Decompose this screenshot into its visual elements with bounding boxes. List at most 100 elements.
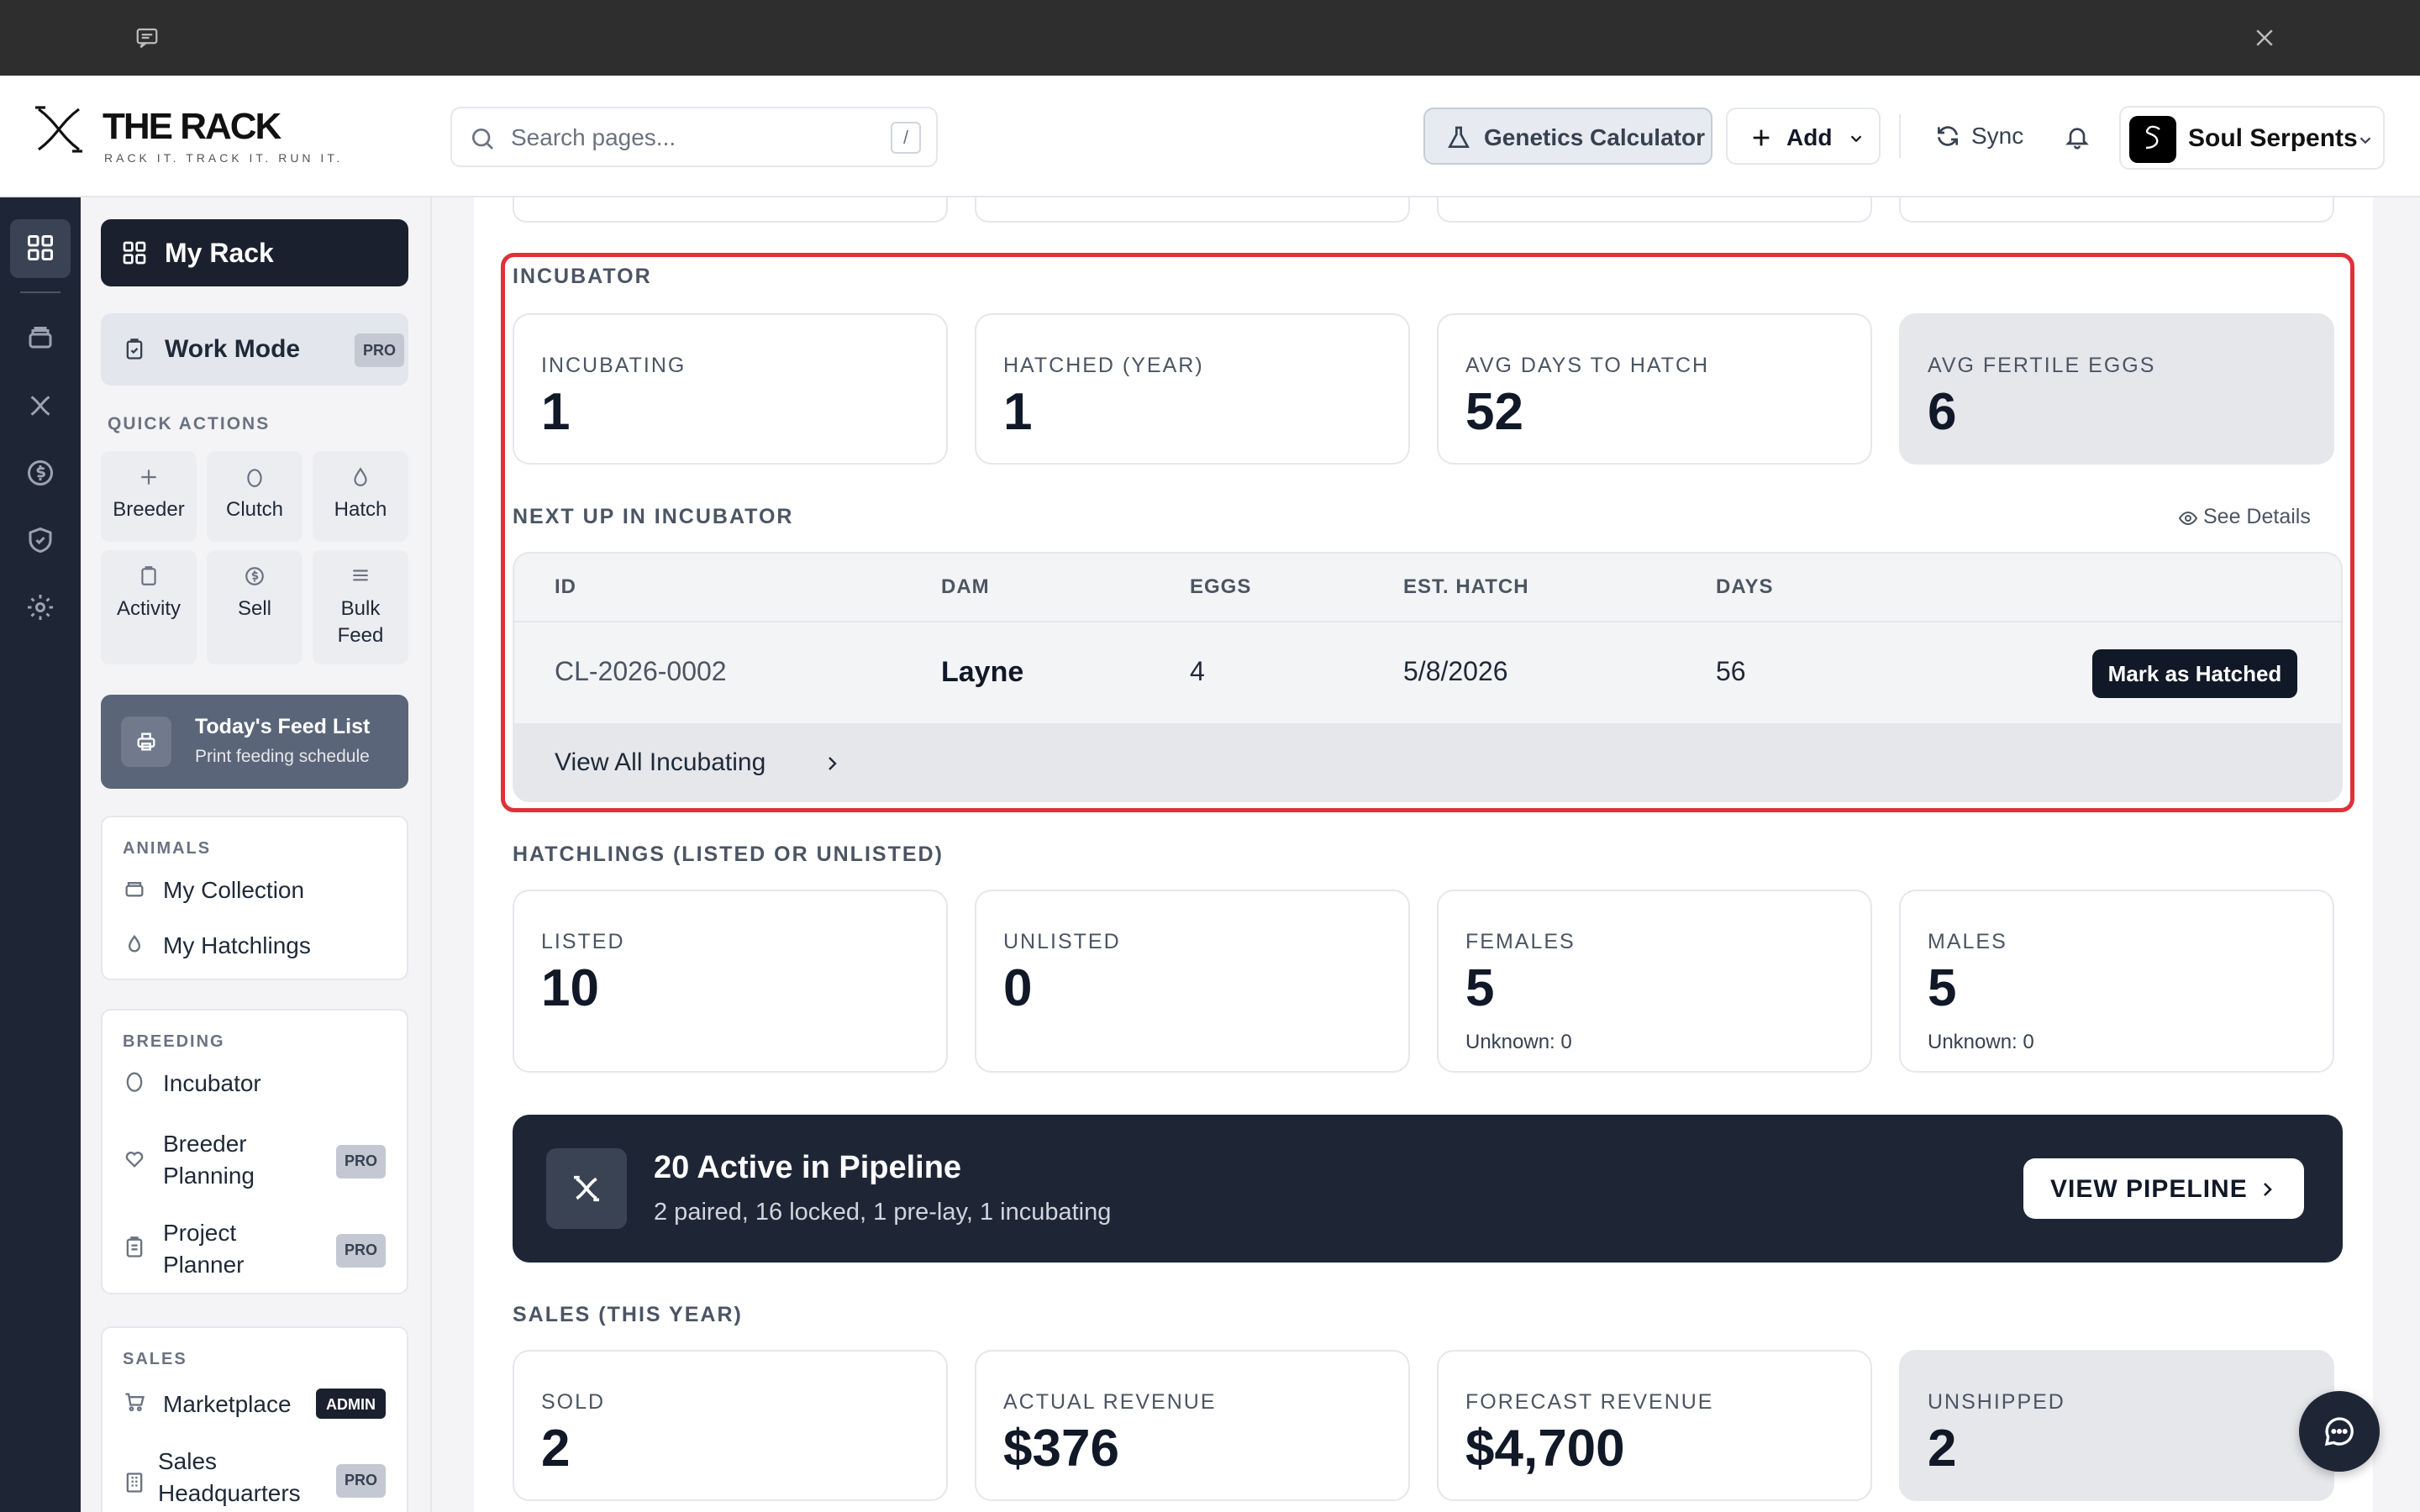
feed-list-subtitle: Print feeding schedule <box>195 747 370 766</box>
bell-icon[interactable] <box>2064 123 2091 151</box>
stat-card-partial <box>1437 197 1872 223</box>
pipeline-icon[interactable] <box>25 391 55 421</box>
see-details-link[interactable]: See Details <box>2178 505 2311 529</box>
stat-card-partial <box>513 197 948 223</box>
my-rack-label: My Rack <box>165 238 274 268</box>
chevron-down-icon <box>1850 135 1862 143</box>
heart-icon <box>125 1152 144 1168</box>
quick-action-bulk-feed[interactable]: Bulk Feed <box>313 550 408 664</box>
close-icon[interactable] <box>2252 25 2277 50</box>
quick-action-activity[interactable]: Activity <box>101 550 197 664</box>
stat-value: 1 <box>541 383 571 441</box>
quick-action-hatch[interactable]: Hatch <box>313 451 408 542</box>
search-shortcut-hint: / <box>891 122 921 154</box>
cart-icon <box>125 1393 145 1412</box>
stat-value: 0 <box>1003 959 1033 1017</box>
my-rack-button[interactable]: My Rack <box>101 219 408 286</box>
grid-icon[interactable] <box>25 233 55 263</box>
dollar-icon[interactable] <box>25 458 55 488</box>
animals-section: ANIMALS My Collection My Hatchlings <box>101 816 408 980</box>
plus-icon <box>1753 129 1770 146</box>
pro-badge: PRO <box>336 1234 387 1268</box>
stat-card-females: FEMALES 5 Unknown: 0 <box>1437 890 1872 1073</box>
sidebar-item-project-planner[interactable]: Project Planner PRO <box>123 1217 392 1284</box>
admin-badge: ADMIN <box>316 1389 386 1419</box>
work-mode-button[interactable]: Work Mode PRO <box>101 313 408 386</box>
stat-label: UNSHIPPED <box>1928 1390 2065 1414</box>
column-header: DAM <box>941 575 990 598</box>
search-input[interactable] <box>511 120 864 155</box>
feed-list-button[interactable]: Today's Feed List Print feeding schedule <box>101 695 408 789</box>
dollar-icon <box>245 567 264 585</box>
pro-badge: PRO <box>336 1464 387 1498</box>
rail-divider <box>20 291 60 293</box>
column-header: EST. HATCH <box>1403 575 1529 598</box>
sidebar-item-label: Incubator <box>163 1070 261 1096</box>
quick-action-label: Activity <box>116 597 181 620</box>
sync-icon <box>1938 126 1958 146</box>
breeding-section: BREEDING Incubator Breeder Planning PRO … <box>101 1009 408 1294</box>
view-all-label: View All Incubating <box>555 748 766 776</box>
stat-card-actual-revenue: ACTUAL REVENUE $376 <box>975 1350 1410 1501</box>
sync-button[interactable]: Sync <box>1929 114 2039 160</box>
genetics-calculator-button[interactable]: Genetics Calculator <box>1423 108 1712 165</box>
section-title: BREEDING <box>123 1032 225 1051</box>
stat-value: 10 <box>541 959 599 1017</box>
account-name: Soul Serpents <box>2188 124 2358 152</box>
chat-support-button[interactable] <box>2299 1391 2380 1472</box>
main-area: INCUBATOR INCUBATING 1 HATCHED (YEAR) 1 … <box>432 197 2420 1512</box>
view-all-incubating-link[interactable]: View All Incubating <box>514 723 2341 801</box>
quick-action-label: Bulk Feed <box>337 597 384 647</box>
drop-icon <box>128 934 141 953</box>
shield-icon[interactable] <box>25 525 55 555</box>
stat-label: LISTED <box>541 930 625 953</box>
clipboard-icon <box>126 1236 143 1257</box>
sidebar-item-label: My Hatchlings <box>163 932 311 958</box>
view-pipeline-button[interactable]: VIEW PIPELINE <box>2023 1158 2304 1219</box>
egg-icon <box>126 1072 143 1092</box>
quick-action-breeder[interactable]: Breeder <box>101 451 197 542</box>
quick-action-clutch[interactable]: Clutch <box>207 451 302 542</box>
stat-card-males: MALES 5 Unknown: 0 <box>1899 890 2334 1073</box>
stat-card-unshipped: UNSHIPPED 2 <box>1899 1350 2334 1501</box>
cell-days: 56 <box>1716 656 1746 686</box>
clipboard-icon <box>126 339 143 360</box>
stat-value: 6 <box>1928 383 1957 441</box>
stat-card-partial <box>1899 197 2334 223</box>
stat-card-unlisted: UNLISTED 0 <box>975 890 1410 1073</box>
sales-section: SALES Marketplace ADMIN Sales Headquarte… <box>101 1326 408 1512</box>
pipeline-title: 20 Active in Pipeline <box>654 1150 962 1185</box>
sidebar-item-breeder-planning[interactable]: Breeder Planning PRO <box>123 1128 392 1195</box>
chevron-down-icon <box>2360 137 2371 144</box>
stat-card-listed: LISTED 10 <box>513 890 948 1073</box>
pipeline-subtitle: 2 paired, 16 locked, 1 pre-lay, 1 incuba… <box>654 1199 1112 1226</box>
stat-label: FEMALES <box>1465 930 1576 953</box>
account-switcher[interactable]: Soul Serpents <box>2119 106 2385 170</box>
feedback-icon[interactable] <box>134 25 160 50</box>
logo-icon[interactable] <box>34 104 84 155</box>
stat-value: 52 <box>1465 383 1523 441</box>
search-box[interactable]: / <box>450 107 938 167</box>
rack-icon[interactable] <box>25 322 55 352</box>
mark-as-hatched-button[interactable]: Mark as Hatched <box>2092 649 2297 698</box>
plus-icon <box>141 470 156 485</box>
stat-card-incubating: INCUBATING 1 <box>513 313 948 465</box>
hatchlings-section-title: HATCHLINGS (LISTED OR UNLISTED) <box>513 843 944 866</box>
gear-icon[interactable] <box>25 592 55 622</box>
sync-label: Sync <box>1971 123 2024 149</box>
quick-action-sell[interactable]: Sell <box>207 550 302 664</box>
chevron-right-icon <box>2264 1183 2272 1196</box>
stat-value: 5 <box>1928 959 1957 1017</box>
stat-card-hatched-year: HATCHED (YEAR) 1 <box>975 313 1410 465</box>
sidebar-item-sales-headquarters[interactable]: Sales Headquarters PRO <box>123 1446 392 1512</box>
add-button[interactable]: Add <box>1726 108 1881 165</box>
chat-icon <box>2324 1417 2354 1446</box>
view-pipeline-label: VIEW PIPELINE <box>2050 1175 2248 1203</box>
grid-icon <box>123 241 146 265</box>
add-label: Add <box>1786 124 1833 150</box>
sidebar-item-label: Project Planner <box>163 1220 245 1278</box>
cell-est-hatch: 5/8/2026 <box>1403 656 1508 686</box>
building-icon <box>126 1473 143 1493</box>
pro-badge: PRO <box>355 333 405 367</box>
table-row[interactable]: CL-2026-0002 Layne 4 5/8/2026 56 Mark as… <box>514 621 2341 723</box>
